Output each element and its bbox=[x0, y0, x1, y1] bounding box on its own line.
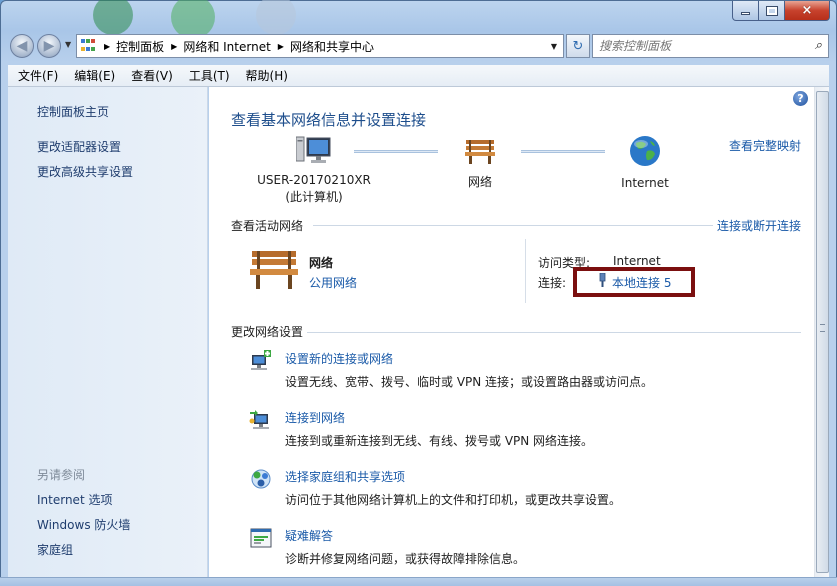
menu-tools[interactable]: 工具(T) bbox=[189, 67, 230, 84]
connect-network-icon bbox=[249, 410, 269, 429]
connection-line bbox=[521, 150, 605, 153]
sidebar: 控制面板主页 更改适配器设置 更改高级共享设置 另请参阅 Internet 选项… bbox=[8, 87, 208, 577]
computer-name: USER-20170210XR bbox=[257, 173, 371, 187]
bench-icon bbox=[465, 140, 495, 164]
minimize-button[interactable] bbox=[732, 1, 759, 21]
homegroup-sharing-desc: 访问位于其他网络计算机上的文件和打印机，或更改共享设置。 bbox=[285, 493, 622, 507]
refresh-icon: ↻ bbox=[572, 38, 584, 54]
menu-edit[interactable]: 编辑(E) bbox=[74, 67, 115, 84]
homegroup-icon bbox=[251, 469, 271, 489]
network-label: 网络 bbox=[467, 175, 492, 189]
breadcrumb-control-panel[interactable]: 控制面板 bbox=[116, 38, 164, 55]
computer-node[interactable]: USER-20170210XR (此计算机) bbox=[249, 135, 379, 206]
setup-new-connection-desc: 设置无线、宽带、拨号、临时或 VPN 连接；或设置路由器或访问点。 bbox=[285, 375, 654, 389]
refresh-button[interactable]: ↻ bbox=[566, 34, 590, 58]
navigation-bar: ◀ ▶ ▼ ▶ 控制面板 ▶ 网络和 Internet ▶ 网络和共享中心 ▼ … bbox=[8, 32, 829, 60]
search-box[interactable]: ⌕ bbox=[592, 34, 829, 58]
network-type-link[interactable]: 公用网络 bbox=[309, 274, 357, 291]
aero-decoration bbox=[93, 0, 133, 35]
forward-button[interactable]: ▶ bbox=[37, 34, 61, 58]
connection-line bbox=[354, 150, 438, 153]
new-connection-icon bbox=[251, 350, 271, 370]
close-icon: × bbox=[801, 3, 813, 18]
section-divider bbox=[307, 332, 801, 333]
menu-bar: 文件(F) 编辑(E) 查看(V) 工具(T) 帮助(H) bbox=[8, 65, 829, 87]
vertical-scrollbar[interactable] bbox=[814, 87, 829, 577]
homegroup-sharing-link[interactable]: 选择家庭组和共享选项 bbox=[285, 468, 405, 485]
see-full-map-link[interactable]: 查看完整映射 bbox=[729, 137, 801, 154]
maximize-button[interactable] bbox=[759, 1, 785, 21]
internet-node[interactable]: Internet bbox=[609, 134, 681, 192]
sidebar-item-homegroup[interactable]: 家庭组 bbox=[37, 541, 73, 558]
sidebar-item-windows-firewall[interactable]: Windows 防火墙 bbox=[37, 516, 130, 533]
troubleshoot-icon bbox=[250, 528, 272, 548]
chevron-right-icon[interactable]: ▶ bbox=[171, 42, 177, 51]
control-panel-icon bbox=[81, 39, 97, 53]
active-network-name: 网络 bbox=[309, 256, 334, 270]
connect-to-network-link[interactable]: 连接到网络 bbox=[285, 409, 345, 426]
troubleshoot-link[interactable]: 疑难解答 bbox=[285, 527, 333, 544]
menu-view[interactable]: 查看(V) bbox=[131, 67, 173, 84]
page-title: 查看基本网络信息并设置连接 bbox=[231, 111, 427, 129]
back-button[interactable]: ◀ bbox=[10, 34, 34, 58]
section-divider bbox=[313, 225, 713, 226]
help-icon[interactable]: ? bbox=[793, 91, 808, 106]
ethernet-cable-icon bbox=[599, 273, 606, 287]
arrow-right-icon: ▶ bbox=[43, 38, 55, 54]
sidebar-item-internet-options[interactable]: Internet 选项 bbox=[37, 491, 112, 508]
sidebar-item-change-advanced-sharing[interactable]: 更改高级共享设置 bbox=[37, 163, 133, 180]
search-icon[interactable]: ⌕ bbox=[815, 38, 822, 53]
setup-new-connection-link[interactable]: 设置新的连接或网络 bbox=[285, 350, 393, 367]
connect-to-network-desc: 连接到或重新连接到无线、有线、拨号或 VPN 网络连接。 bbox=[285, 434, 594, 448]
menu-help[interactable]: 帮助(H) bbox=[246, 67, 288, 84]
maximize-icon bbox=[765, 5, 778, 16]
change-settings-heading: 更改网络设置 bbox=[231, 325, 304, 339]
recent-pages-dropdown[interactable]: ▼ bbox=[65, 40, 71, 49]
computer-subtitle: (此计算机) bbox=[285, 190, 343, 204]
active-networks-heading: 查看活动网络 bbox=[231, 219, 304, 233]
scrollbar-grip bbox=[820, 324, 825, 332]
chevron-right-icon[interactable]: ▶ bbox=[104, 42, 110, 51]
menu-file[interactable]: 文件(F) bbox=[18, 67, 58, 84]
arrow-left-icon: ◀ bbox=[16, 38, 28, 54]
minimize-icon bbox=[741, 12, 750, 15]
sidebar-item-control-panel-home[interactable]: 控制面板主页 bbox=[37, 103, 109, 120]
vertical-divider bbox=[525, 239, 526, 303]
chevron-down-icon[interactable]: ▼ bbox=[551, 42, 557, 51]
globe-icon bbox=[630, 136, 660, 166]
see-also-heading: 另请参阅 bbox=[37, 468, 86, 482]
window-bottom-border bbox=[0, 577, 837, 586]
close-button[interactable]: × bbox=[785, 1, 830, 21]
network-node[interactable]: 网络 bbox=[449, 137, 511, 191]
access-type-value: Internet bbox=[613, 254, 661, 268]
caption-buttons: × bbox=[732, 1, 830, 21]
search-input[interactable] bbox=[599, 39, 799, 53]
address-bar[interactable]: ▶ 控制面板 ▶ 网络和 Internet ▶ 网络和共享中心 ▼ bbox=[76, 34, 564, 58]
local-connection-link[interactable]: 本地连接 5 bbox=[612, 274, 671, 291]
sidebar-item-change-adapter-settings[interactable]: 更改适配器设置 bbox=[37, 138, 121, 155]
computer-icon bbox=[295, 136, 331, 163]
scrollbar-thumb[interactable] bbox=[816, 91, 829, 573]
chevron-right-icon[interactable]: ▶ bbox=[278, 42, 284, 51]
bench-icon bbox=[250, 251, 298, 289]
aero-decoration bbox=[256, 0, 296, 35]
troubleshoot-desc: 诊断并修复网络问题，或获得故障排除信息。 bbox=[285, 552, 526, 566]
breadcrumb-network-internet[interactable]: 网络和 Internet bbox=[183, 38, 270, 55]
connect-disconnect-link[interactable]: 连接或断开连接 bbox=[717, 217, 801, 234]
internet-label: Internet bbox=[621, 176, 669, 190]
main-content: ? 查看基本网络信息并设置连接 查看完整映射 USER-20170210XR (… bbox=[209, 87, 814, 577]
breadcrumb-network-sharing-center[interactable]: 网络和共享中心 bbox=[290, 38, 374, 55]
connection-label: 连接: bbox=[538, 276, 567, 290]
